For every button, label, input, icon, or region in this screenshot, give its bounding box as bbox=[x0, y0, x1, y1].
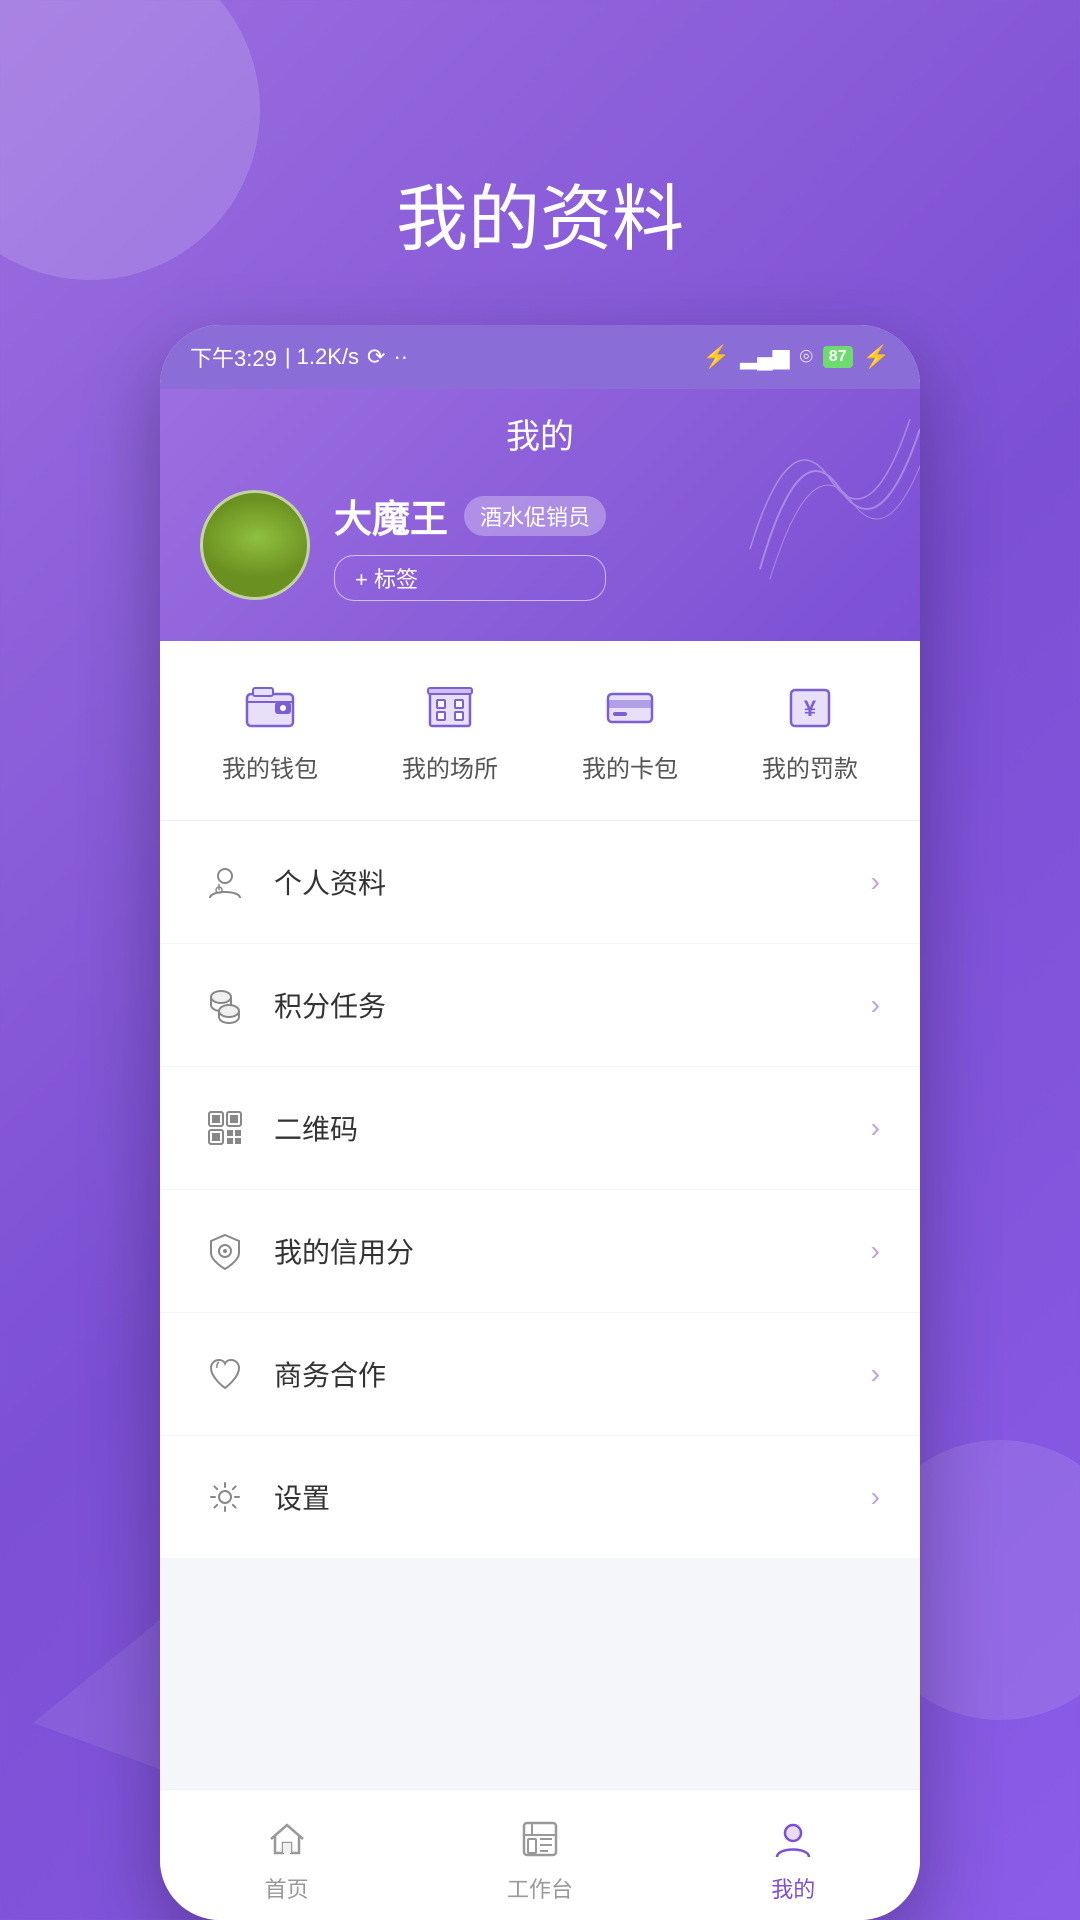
venue-label: 我的场所 bbox=[402, 749, 498, 784]
phone-frame: 下午3:29 | 1.2K/s ⟳ ·· ⚡ ▂▄▆ ⌾ 87 ⚡ 我的 bbox=[160, 325, 920, 1920]
chevron-right-icon-2: › bbox=[871, 989, 880, 1021]
quick-actions: 我的钱包 我的场所 bbox=[160, 641, 920, 821]
home-icon bbox=[262, 1814, 312, 1864]
menu-item-settings[interactable]: 设置 › bbox=[160, 1436, 920, 1559]
fine-icon: ¥ bbox=[775, 677, 845, 737]
battery-indicator: 87 bbox=[823, 346, 853, 368]
menu-item-profile[interactable]: 个人资料 › bbox=[160, 821, 920, 944]
page-background-title: 我的资料 bbox=[396, 160, 684, 265]
nav-item-home[interactable]: 首页 bbox=[217, 1814, 357, 1904]
points-menu-label: 积分任务 bbox=[274, 985, 871, 1025]
status-right: ⚡ ▂▄▆ ⌾ 87 ⚡ bbox=[703, 344, 890, 370]
svg-text:¥: ¥ bbox=[804, 696, 817, 721]
card-label: 我的卡包 bbox=[582, 749, 678, 784]
chevron-right-icon-5: › bbox=[871, 1358, 880, 1390]
chevron-right-icon-4: › bbox=[871, 1235, 880, 1267]
home-nav-label: 首页 bbox=[265, 1872, 309, 1904]
mine-icon bbox=[768, 1814, 818, 1864]
add-tag-button[interactable]: + 标签 bbox=[334, 555, 606, 601]
workbench-icon bbox=[515, 1814, 565, 1864]
fine-label: 我的罚款 bbox=[762, 749, 858, 784]
business-menu-label: 商务合作 bbox=[274, 1354, 871, 1394]
menu-item-points[interactable]: 积分任务 › bbox=[160, 944, 920, 1067]
nav-item-workbench[interactable]: 工作台 bbox=[470, 1814, 610, 1904]
status-sync-icon: ⟳ bbox=[367, 344, 385, 370]
menu-item-business[interactable]: 商务合作 › bbox=[160, 1313, 920, 1436]
quick-action-venue[interactable]: 我的场所 bbox=[360, 677, 540, 784]
status-dots: ·· bbox=[393, 344, 408, 370]
header-wave-decoration bbox=[740, 409, 920, 589]
wallet-label: 我的钱包 bbox=[222, 749, 318, 784]
quick-action-fine[interactable]: ¥ 我的罚款 bbox=[720, 677, 900, 784]
person-icon bbox=[200, 857, 250, 907]
profile-menu-label: 个人资料 bbox=[274, 862, 871, 902]
status-time: 下午3:29 bbox=[190, 341, 277, 373]
wallet-icon bbox=[235, 677, 305, 737]
card-icon bbox=[595, 677, 665, 737]
header-section: 我的 大魔王 酒水促销员 + 标签 bbox=[160, 389, 920, 641]
chevron-right-icon-6: › bbox=[871, 1481, 880, 1513]
chevron-right-icon: › bbox=[871, 866, 880, 898]
workbench-nav-label: 工作台 bbox=[507, 1872, 573, 1904]
profile-name-row: 大魔王 酒水促销员 bbox=[334, 488, 606, 543]
bluetooth-icon: ⚡ bbox=[703, 344, 730, 370]
bg-decoration-circle-top bbox=[0, 0, 260, 280]
charging-icon: ⚡ bbox=[863, 344, 890, 370]
status-bar: 下午3:29 | 1.2K/s ⟳ ·· ⚡ ▂▄▆ ⌾ 87 ⚡ bbox=[160, 325, 920, 389]
status-network: | 1.2K/s bbox=[285, 344, 359, 370]
building-icon bbox=[415, 677, 485, 737]
wifi-icon: ⌾ bbox=[800, 344, 813, 370]
bottom-nav: 首页 工作台 bbox=[160, 1789, 920, 1920]
credit-menu-label: 我的信用分 bbox=[274, 1231, 871, 1271]
profile-info: 大魔王 酒水促销员 + 标签 bbox=[334, 488, 606, 601]
quick-action-card[interactable]: 我的卡包 bbox=[540, 677, 720, 784]
profile-name: 大魔王 bbox=[334, 488, 448, 543]
shield-icon bbox=[200, 1226, 250, 1276]
mine-nav-label: 我的 bbox=[771, 1872, 815, 1904]
settings-menu-label: 设置 bbox=[274, 1477, 871, 1517]
menu-item-credit[interactable]: 我的信用分 › bbox=[160, 1190, 920, 1313]
role-badge: 酒水促销员 bbox=[464, 496, 606, 536]
status-left: 下午3:29 | 1.2K/s ⟳ ·· bbox=[190, 341, 408, 373]
menu-list: 个人资料 › 积分任务 › bbox=[160, 821, 920, 1559]
nav-items: 首页 工作台 bbox=[160, 1814, 920, 1904]
avatar bbox=[200, 490, 310, 600]
chevron-right-icon-3: › bbox=[871, 1112, 880, 1144]
qrcode-menu-label: 二维码 bbox=[274, 1108, 871, 1148]
signal-icon: ▂▄▆ bbox=[740, 344, 789, 370]
empty-content-area bbox=[160, 1559, 920, 1789]
qrcode-icon bbox=[200, 1103, 250, 1153]
quick-action-wallet[interactable]: 我的钱包 bbox=[180, 677, 360, 784]
heart-icon bbox=[200, 1349, 250, 1399]
coins-icon bbox=[200, 980, 250, 1030]
settings-icon bbox=[200, 1472, 250, 1522]
menu-item-qrcode[interactable]: 二维码 › bbox=[160, 1067, 920, 1190]
nav-item-mine[interactable]: 我的 bbox=[723, 1814, 863, 1904]
